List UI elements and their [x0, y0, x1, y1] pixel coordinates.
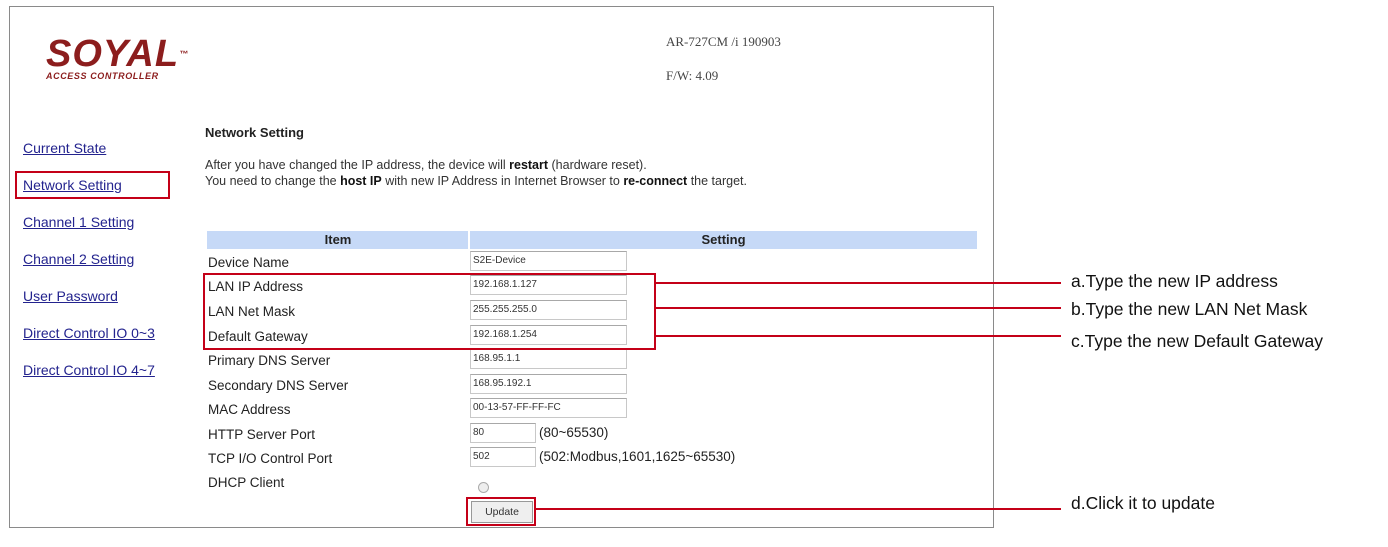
tcp-port-range-hint: (502:Modbus,1601,1625~65530)	[539, 449, 736, 464]
column-header-setting: Setting	[701, 232, 746, 247]
column-header-item: Item	[324, 232, 352, 247]
pointer-line-update	[535, 508, 1061, 510]
label-dhcp-client: DHCP Client	[208, 475, 285, 490]
logo-trademark: ™	[179, 49, 190, 59]
label-device-name: Device Name	[208, 255, 290, 270]
label-primary-dns: Primary DNS Server	[208, 353, 331, 368]
annotation-gateway: c.Type the new Default Gateway	[1071, 331, 1323, 351]
update-highlight-box	[466, 497, 536, 526]
pointer-line-netmask	[655, 307, 1061, 309]
nav-link-direct-control-io-0-3[interactable]: Direct Control IO 0~3	[23, 325, 155, 341]
nav-link-channel-1-setting[interactable]: Channel 1 Setting	[23, 214, 134, 230]
mac-address-input[interactable]: 00-13-57-FF-FF-FC	[470, 398, 627, 418]
http-server-port-input[interactable]: 80	[470, 423, 536, 443]
label-mac-address: MAC Address	[208, 402, 291, 417]
tcp-io-control-port-input[interactable]: 502	[470, 447, 536, 467]
browser-page-frame: SOYAL™ ACCESS CONTROLLER AR-727CM /i 190…	[9, 6, 994, 528]
network-setting-highlight-box	[15, 171, 170, 199]
label-secondary-dns: Secondary DNS Server	[208, 378, 349, 393]
nav-link-current-state[interactable]: Current State	[23, 140, 106, 156]
firmware-version: F/W: 4.09	[666, 68, 719, 83]
pointer-line-ip	[655, 282, 1061, 284]
primary-dns-input[interactable]: 168.95.1.1	[470, 349, 627, 369]
device-name-input[interactable]: S2E-Device	[470, 251, 627, 271]
label-tcp-io-control-port: TCP I/O Control Port	[208, 451, 333, 466]
http-port-range-hint: (80~65530)	[539, 425, 609, 440]
nav-link-user-password[interactable]: User Password	[23, 288, 118, 304]
nav-link-channel-2-setting[interactable]: Channel 2 Setting	[23, 251, 134, 267]
logo-text: SOYAL	[46, 33, 180, 75]
annotation-netmask: b.Type the new LAN Net Mask	[1071, 299, 1308, 319]
settings-table-header: Item Setting	[207, 231, 977, 249]
annotation-ip: a.Type the new IP address	[1071, 271, 1278, 291]
soyal-logo: SOYAL™ ACCESS CONTROLLER	[46, 35, 189, 81]
dhcp-client-radio[interactable]	[478, 482, 489, 493]
annotation-update: d.Click it to update	[1071, 493, 1215, 513]
page-title: Network Setting	[205, 125, 304, 140]
restart-notice: After you have changed the IP address, t…	[205, 158, 747, 188]
lan-fields-highlight-box	[203, 273, 656, 350]
label-http-server-port: HTTP Server Port	[208, 427, 316, 442]
nav-link-direct-control-io-4-7[interactable]: Direct Control IO 4~7	[23, 362, 155, 378]
device-model: AR-727CM /i 190903	[666, 34, 781, 49]
pointer-line-gateway	[655, 335, 1061, 337]
secondary-dns-input[interactable]: 168.95.192.1	[470, 374, 627, 394]
